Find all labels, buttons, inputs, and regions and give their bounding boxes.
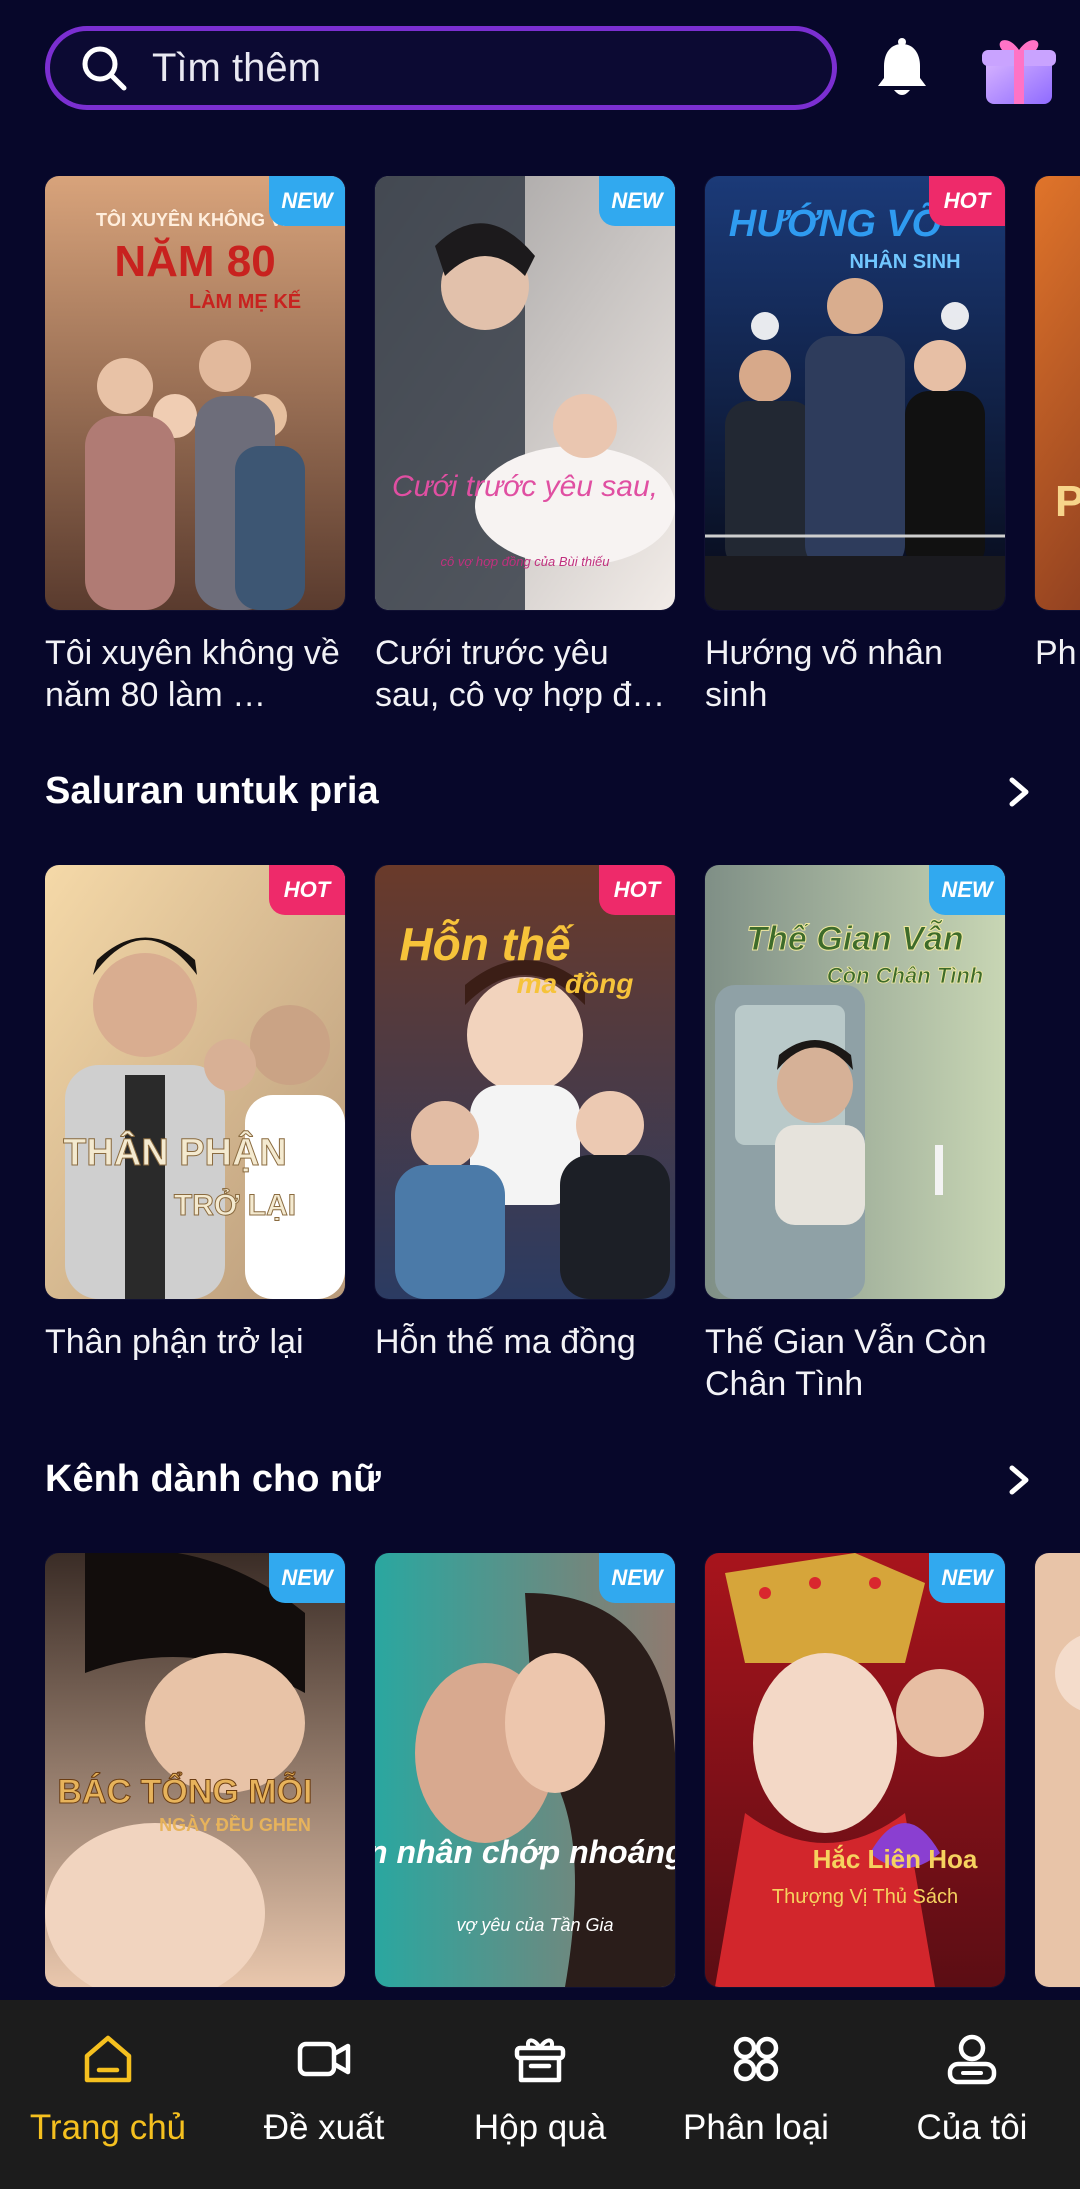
poster-subtitle: TRỞ LẠI: [174, 1188, 296, 1222]
poster-subtitle: ma đồng: [517, 968, 634, 999]
nav-label: Phân loại: [683, 2108, 829, 2147]
drama-card[interactable]: P Ph Qu: [1035, 176, 1080, 674]
drama-title: Thế Gian Vẫn Còn Chân Tình: [705, 1323, 987, 1403]
poster-subtitle: cô vợ hợp đồng của Bùi thiếu: [441, 554, 610, 569]
new-badge: NEW: [599, 1553, 675, 1603]
drama-title: Ph Qu: [1035, 634, 1080, 672]
poster-title: Hắc Liên Hoa: [813, 1844, 978, 1874]
drama-card[interactable]: [1035, 1553, 1080, 1987]
poster-subtitle: NHÂN SINH: [849, 249, 960, 273]
new-badge: NEW: [929, 865, 1005, 915]
drama-card[interactable]: THÂN PHẬN TRỞ LẠI HOT Thân phận trở lại: [45, 865, 345, 1363]
new-badge: NEW: [269, 176, 345, 226]
drama-poster: BÁC TỔNG MỖI NGÀY ĐỀU GHEN NEW: [45, 1553, 345, 1987]
drama-card[interactable]: Hôn nhân chớp nhoáng vợ yêu của Tần Gia …: [375, 1553, 675, 1987]
women-channel-row: BÁC TỔNG MỖI NGÀY ĐỀU GHEN NEW Hôn nhân …: [45, 1553, 1080, 2000]
hot-badge: HOT: [599, 865, 675, 915]
hot-badge: HOT: [929, 176, 1005, 226]
drama-title: Hỗn thế ma đồng: [375, 1323, 636, 1361]
drama-card[interactable]: Hỗn thế ma đồng HOT Hỗn thế ma đồng: [375, 865, 675, 1363]
poster-title: Hôn nhân chớp nhoáng: [375, 1834, 675, 1870]
poster-subtitle: Còn Chân Tình: [827, 963, 983, 988]
section-title-women: Kênh dành cho nữ: [45, 1458, 381, 1500]
drama-poster: Thế Gian Vẫn Còn Chân Tình NEW: [705, 865, 1005, 1299]
nav-label: Hộp quà: [473, 2108, 607, 2147]
poster-title: Hỗn thế: [399, 918, 575, 970]
gift-box-icon: [514, 2038, 566, 2083]
poster-subtitle: vợ yêu của Tần Gia: [457, 1915, 614, 1935]
bottom-navigation: Trang chủ Đề xuất Hộp quà Phân loại Của …: [0, 2000, 1080, 2189]
search-icon: [82, 46, 127, 91]
drama-title: Thân phận trở lại: [45, 1323, 304, 1361]
drama-card[interactable]: Cưới trước yêu sau, cô vợ hợp đồng của B…: [375, 176, 675, 716]
drama-poster: [1035, 1553, 1080, 1987]
drama-title: Hướng võ nhân sinh: [705, 634, 943, 714]
poster-title: P: [1055, 477, 1080, 526]
bell-icon[interactable]: [872, 38, 932, 102]
home-icon: [84, 2035, 132, 2083]
drama-title: Cưới trước yêu sau, cô vợ hợp đ…: [375, 634, 666, 714]
new-badge: NEW: [269, 1553, 345, 1603]
poster-subtitle: NGÀY ĐỀU GHEN: [159, 1814, 311, 1835]
drama-card[interactable]: HƯỚNG VÕ NHÂN SINH HOT Hướng võ nhân sin…: [705, 176, 1005, 716]
featured-row: TÔI XUYÊN KHÔNG VỀ NĂM 80 LÀM MẸ KẾ NEW …: [45, 176, 1080, 736]
men-channel-row: THÂN PHẬN TRỞ LẠI HOT Thân phận trở lại …: [45, 865, 1080, 1425]
drama-poster: Hắc Liên Hoa Thượng Vị Thủ Sách NEW: [705, 1553, 1005, 1987]
poster-subtitle: TÔI XUYÊN KHÔNG VỀ: [96, 209, 294, 230]
nav-label: Trang chủ: [29, 2108, 187, 2147]
poster-title: Thế Gian Vẫn: [746, 920, 963, 958]
nav-item-home[interactable]: Trang chủ: [0, 2000, 216, 2189]
nav-label: Của tôi: [916, 2108, 1028, 2147]
poster-title: NĂM 80: [114, 236, 275, 286]
drama-title: Tôi xuyên không về năm 80 làm …: [45, 634, 340, 714]
section-title-men: Saluran untuk pria: [45, 770, 379, 812]
poster-title: THÂN PHẬN: [63, 1130, 287, 1174]
video-camera-icon: [297, 2041, 351, 2077]
nav-item-gift-box[interactable]: Hộp quà: [432, 2000, 648, 2189]
poster-subtitle-2: LÀM MẸ KẾ: [189, 290, 301, 313]
chevron-right-icon[interactable]: [1000, 1462, 1036, 1498]
drama-poster: P: [1035, 176, 1080, 610]
hot-badge: HOT: [269, 865, 345, 915]
profile-icon: [947, 2034, 997, 2085]
drama-poster: Cưới trước yêu sau, cô vợ hợp đồng của B…: [375, 176, 675, 610]
drama-poster: THÂN PHẬN TRỞ LẠI HOT: [45, 865, 345, 1299]
drama-poster: HƯỚNG VÕ NHÂN SINH HOT: [705, 176, 1005, 610]
drama-card[interactable]: Thế Gian Vẫn Còn Chân Tình NEW Thế Gian …: [705, 865, 1005, 1405]
drama-card[interactable]: BÁC TỔNG MỖI NGÀY ĐỀU GHEN NEW: [45, 1553, 345, 1987]
drama-card[interactable]: Hắc Liên Hoa Thượng Vị Thủ Sách NEW: [705, 1553, 1005, 1987]
poster-title: HƯỚNG VÕ: [729, 201, 941, 245]
nav-item-profile[interactable]: Của tôi: [864, 2000, 1080, 2189]
nav-item-recommend[interactable]: Đề xuất: [216, 2000, 432, 2189]
search-placeholder: Tìm thêm: [152, 45, 321, 90]
new-badge: NEW: [929, 1553, 1005, 1603]
category-grid-icon: [733, 2036, 779, 2082]
poster-title: BÁC TỔNG MỖI: [58, 1773, 313, 1811]
search-bar[interactable]: Tìm thêm: [45, 26, 837, 110]
drama-poster: Hỗn thế ma đồng HOT: [375, 865, 675, 1299]
new-badge: NEW: [599, 176, 675, 226]
nav-item-category[interactable]: Phân loại: [648, 2000, 864, 2189]
drama-poster: TÔI XUYÊN KHÔNG VỀ NĂM 80 LÀM MẸ KẾ NEW: [45, 176, 345, 610]
poster-subtitle: Thượng Vị Thủ Sách: [772, 1886, 958, 1908]
chevron-right-icon[interactable]: [1000, 774, 1036, 810]
gift-icon[interactable]: [980, 32, 1058, 108]
drama-poster: Hôn nhân chớp nhoáng vợ yêu của Tần Gia …: [375, 1553, 675, 1987]
drama-card[interactable]: TÔI XUYÊN KHÔNG VỀ NĂM 80 LÀM MẸ KẾ NEW …: [45, 176, 345, 716]
poster-title: Cưới trước yêu sau,: [392, 470, 658, 503]
nav-label: Đề xuất: [263, 2108, 385, 2147]
